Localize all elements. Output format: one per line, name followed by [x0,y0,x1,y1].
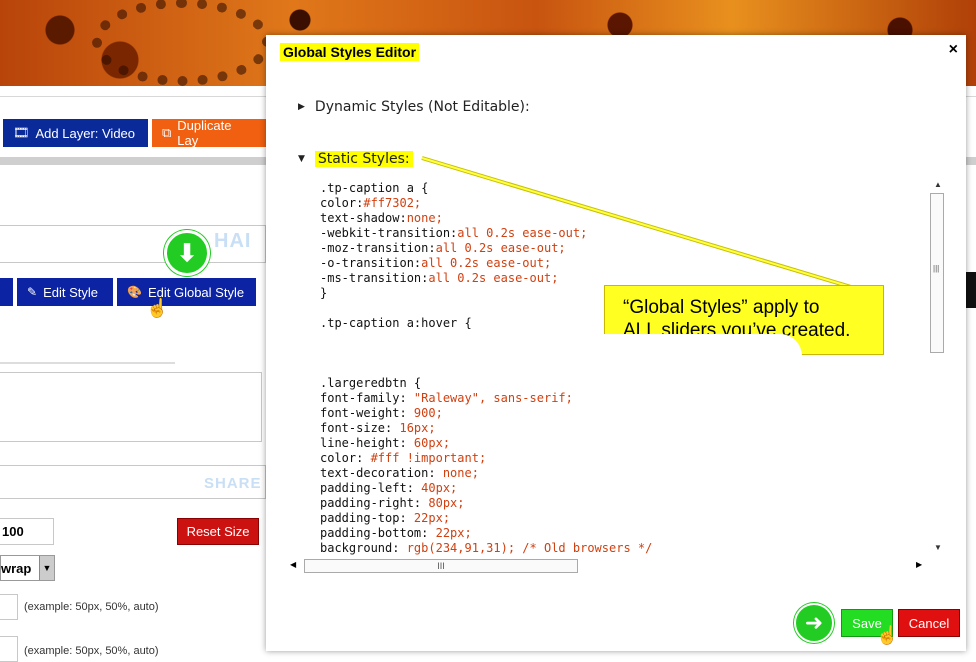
reset-size-button[interactable]: Reset Size [177,518,259,545]
wrap-select[interactable]: wrap ▼ [0,555,55,581]
down-arrow-icon: ⬇ [164,230,210,276]
hand-cursor-icon: ☝ [876,625,899,645]
style-dropdown-button[interactable] [0,278,13,306]
palette-icon: 🎨 [127,285,142,299]
arrow-right-icon: ➜ [794,603,834,643]
chevron-down-icon: ▼ [39,556,54,580]
divider [0,362,175,364]
width-input[interactable] [0,594,18,620]
duplicate-icon: ⧉ [162,125,172,140]
film-icon: 🎞 [13,125,30,140]
hand-cursor-icon: ☝ [146,298,169,318]
edit-style-button[interactable]: ✎ Edit Style [17,278,113,306]
duplicate-layer-button[interactable]: ⧉ Duplicate Lay [152,118,266,148]
callout-mask [604,334,802,374]
global-styles-editor-dialog: Global Styles Editor × ▶ Dynamic Styles … [266,35,966,651]
example-hint: (example: 50px, 50%, auto) [24,645,159,657]
preview-text: SHARE [204,475,262,492]
height-input[interactable] [0,636,18,662]
preview-text: HAI [214,230,252,252]
example-hint: (example: 50px, 50%, auto) [24,601,159,613]
add-layer-video-button[interactable]: 🎞 Add Layer: Video [3,119,148,147]
wand-icon: ✎ [27,285,38,299]
edit-global-style-button[interactable]: 🎨 Edit Global Style [117,278,256,306]
cancel-button[interactable]: Cancel [898,609,960,637]
css-textarea[interactable] [0,372,262,442]
size-input[interactable]: 100 [0,518,54,545]
